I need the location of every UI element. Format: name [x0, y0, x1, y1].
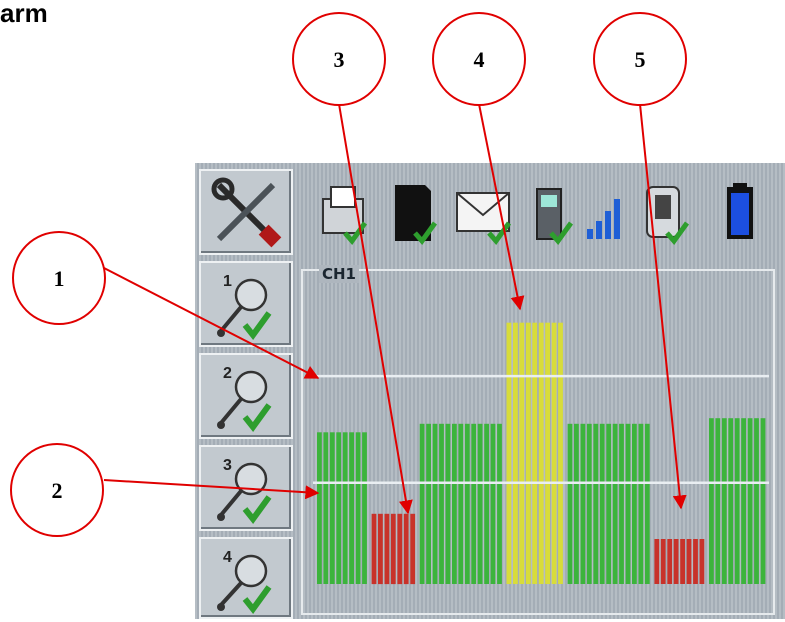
bar-ok: [464, 423, 470, 584]
bar-ok: [580, 423, 586, 584]
callout-4-number: 4: [474, 47, 485, 72]
bar-alarm: [686, 539, 692, 584]
bar-ok: [721, 418, 727, 584]
bar-ok: [754, 418, 759, 584]
bar-ok: [342, 432, 348, 584]
bar-warning: [532, 322, 538, 584]
bar-ok: [426, 423, 431, 584]
bar-ok: [715, 418, 721, 584]
bar-ok: [329, 432, 335, 584]
bar-alarm: [378, 513, 383, 585]
bar-ok: [432, 423, 438, 584]
bar-ok: [644, 423, 650, 584]
bar-ok: [586, 423, 592, 584]
bar-alarm: [680, 539, 685, 584]
bar-ok: [599, 423, 605, 584]
bar-alarm: [654, 539, 660, 584]
bar-ok: [477, 423, 483, 584]
callout-2-number: 2: [52, 478, 63, 503]
bar-ok: [458, 423, 464, 584]
bar-ok: [490, 423, 496, 584]
bar-alarm: [403, 513, 409, 585]
bar-alarm: [699, 539, 705, 584]
bar-warning: [506, 322, 512, 584]
callout-4: 4: [432, 12, 526, 106]
bar-ok: [419, 423, 425, 584]
bar-ok: [741, 418, 746, 584]
bar-warning: [551, 322, 557, 584]
bar-ok: [632, 423, 637, 584]
bar-chart: [313, 322, 769, 585]
bar-ok: [638, 423, 644, 584]
bar-ok: [619, 423, 624, 584]
bar-alarm: [397, 513, 403, 585]
bar-ok: [625, 423, 631, 584]
bar-warning: [519, 322, 525, 584]
bar-ok: [734, 418, 740, 584]
bar-warning: [513, 322, 518, 584]
bar-ok: [760, 418, 766, 584]
bar-alarm: [384, 513, 390, 585]
bar-alarm: [390, 513, 396, 585]
bar-ok: [452, 423, 457, 584]
bar-ok: [574, 423, 579, 584]
bar-ok: [349, 432, 354, 584]
bar-ok: [445, 423, 451, 584]
bar-warning: [545, 322, 550, 584]
bar-ok: [612, 423, 618, 584]
bar-ok: [336, 432, 342, 584]
bar-ok: [484, 423, 489, 584]
device-screen: 1 2 3 4 CH1: [195, 163, 785, 619]
callout-3: 3: [292, 12, 386, 106]
bar-alarm: [693, 539, 698, 584]
callout-1-number: 1: [54, 266, 65, 291]
bar-ok: [567, 423, 573, 584]
bar-ok: [709, 418, 714, 584]
callout-2: 2: [10, 443, 104, 537]
bar-ok: [593, 423, 599, 584]
callout-3-number: 3: [334, 47, 345, 72]
bar-ok: [728, 418, 734, 584]
bar-ok: [362, 432, 367, 584]
callout-1: 1: [12, 231, 106, 325]
callout-5: 5: [593, 12, 687, 106]
bar-warning: [525, 322, 531, 584]
page-title: arm: [0, 0, 48, 28]
bar-warning: [558, 322, 563, 584]
bar-ok: [497, 423, 502, 584]
bar-alarm: [410, 513, 416, 585]
bar-warning: [538, 322, 544, 584]
bar-alarm: [660, 539, 666, 584]
bar-ok: [606, 423, 612, 584]
bar-ok: [747, 418, 753, 584]
callout-5-number: 5: [635, 47, 646, 72]
bar-alarm: [673, 539, 679, 584]
bar-ok: [471, 423, 477, 584]
bar-ok: [323, 432, 329, 584]
bar-ok: [355, 432, 361, 584]
bar-alarm: [667, 539, 673, 584]
bar-ok: [439, 423, 444, 584]
bar-alarm: [371, 513, 377, 585]
bar-ok: [317, 432, 322, 584]
